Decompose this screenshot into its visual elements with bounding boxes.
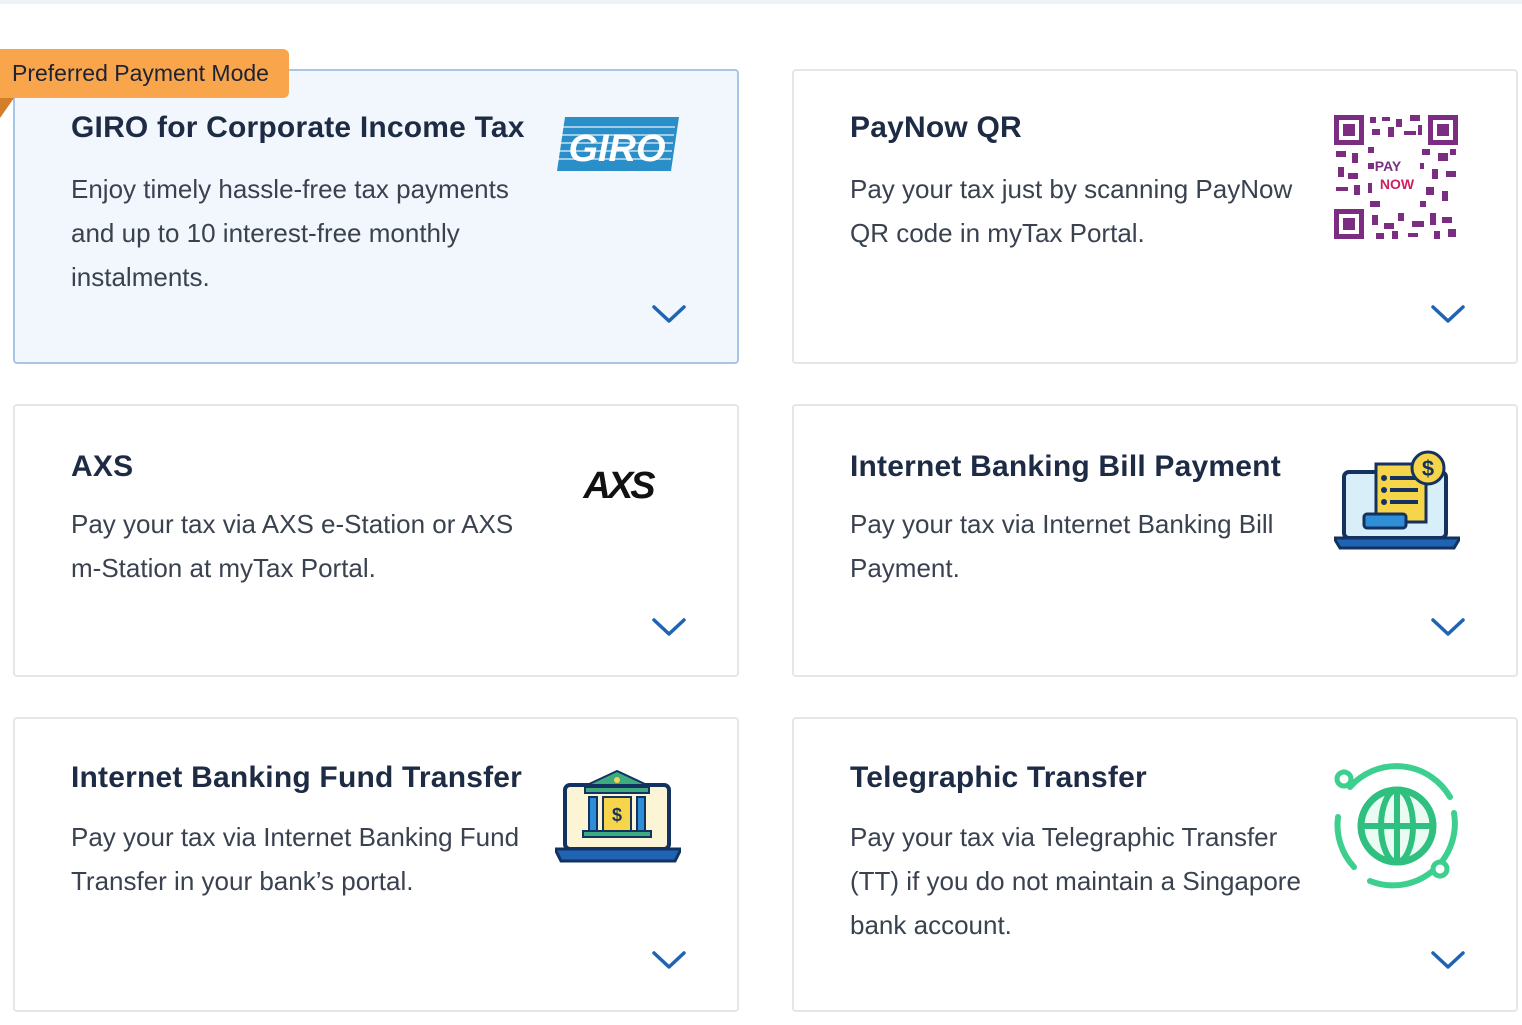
chevron-down-icon[interactable] [649,945,689,975]
payment-card-giro[interactable]: GIRO for Corporate Income Tax Enjoy time… [13,69,739,364]
svg-text:$: $ [612,805,622,825]
svg-text:NOW: NOW [1380,176,1415,192]
payment-card-bill-payment[interactable]: Internet Banking Bill Payment Pay your t… [792,404,1518,677]
svg-text:PAY: PAY [1375,158,1402,174]
card-description: Enjoy timely hassle-free tax payments an… [71,174,509,292]
chevron-down-icon[interactable] [649,612,689,642]
payment-card-paynow[interactable]: PayNow QR Pay your tax just by scanning … [792,69,1518,364]
chevron-down-icon[interactable] [1428,612,1468,642]
top-divider [0,0,1522,4]
card-title: GIRO for Corporate Income Tax [71,111,525,144]
chevron-down-icon[interactable] [1428,945,1468,975]
chevron-down-icon[interactable] [1428,299,1468,329]
bank-laptop-icon: $ [552,769,684,865]
card-description: Pay your tax via Internet Banking Fund T… [71,822,520,896]
badge-fold [0,98,14,118]
card-title: Internet Banking Fund Transfer [71,761,523,794]
axs-logo: AXS [563,464,673,507]
globe-icon [1330,757,1464,891]
card-title: Internet Banking Bill Payment [850,450,1281,483]
card-description: Pay your tax via Telegraphic Transfer (T… [850,822,1301,940]
card-description: Pay your tax via AXS e-Station or AXS m-… [71,509,514,583]
preferred-payment-badge: Preferred Payment Mode [0,49,289,98]
payment-card-fund-transfer[interactable]: Internet Banking Fund Transfer Pay your … [13,717,739,1012]
payment-card-axs[interactable]: AXS Pay your tax via AXS e-Station or AX… [13,404,739,677]
card-description: Pay your tax just by scanning PayNow QR … [850,174,1293,248]
svg-text:GIRO: GIRO [568,128,665,170]
card-title: AXS [71,450,134,483]
laptop-bill-icon: $ [1331,450,1463,554]
card-title: PayNow QR [850,111,1022,144]
paynow-qr-code: PAY NOW [1332,113,1460,241]
card-title: Telegraphic Transfer [850,761,1147,794]
svg-text:AXS: AXS [582,465,655,504]
giro-logo: GIRO [555,113,679,175]
card-description: Pay your tax via Internet Banking Bill P… [850,509,1274,583]
chevron-down-icon[interactable] [649,299,689,329]
svg-text:$: $ [1422,456,1434,481]
payment-card-telegraphic-transfer[interactable]: Telegraphic Transfer Pay your tax via Te… [792,717,1518,1012]
